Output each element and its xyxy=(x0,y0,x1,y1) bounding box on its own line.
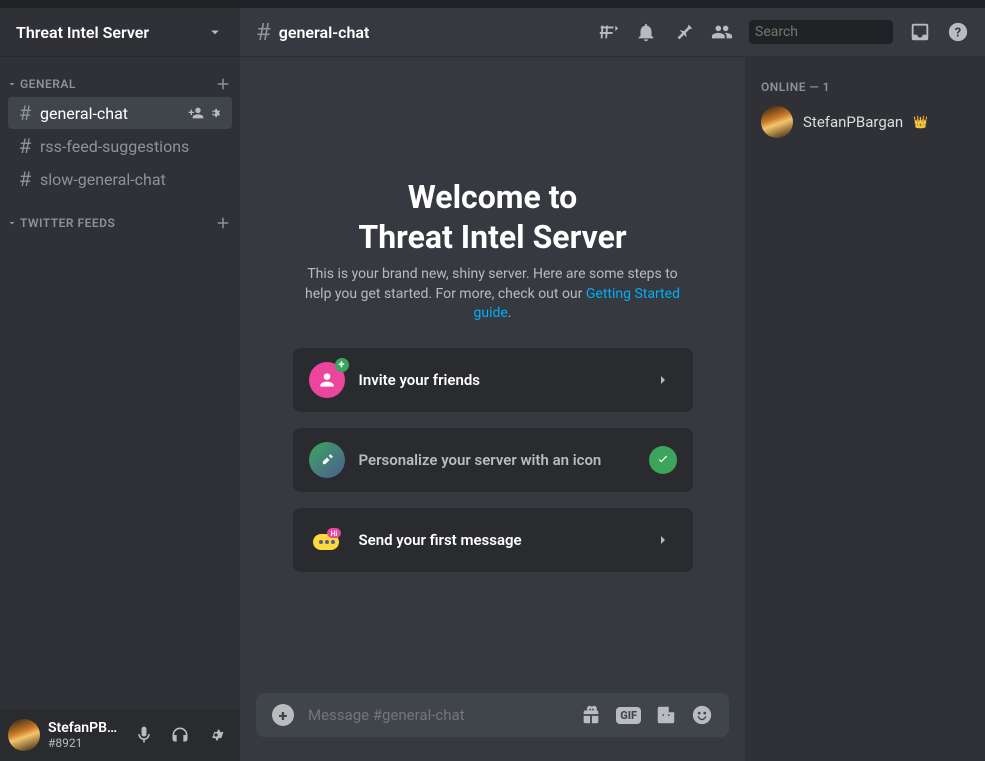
category-label: GENERAL xyxy=(20,77,76,91)
channel-general-chat[interactable]: # general-chat xyxy=(8,97,232,129)
hash-icon: # xyxy=(16,101,34,125)
chat-header: # general-chat xyxy=(240,8,985,56)
check-icon xyxy=(649,446,677,474)
chevron-down-icon xyxy=(206,23,224,41)
server-header[interactable]: Threat Intel Server xyxy=(0,8,240,56)
search-box[interactable] xyxy=(749,20,893,44)
members-list: ONLINE — 1 StefanPBargan 👑 xyxy=(745,56,985,761)
welcome-screen: Welcome to Threat Intel Server This is y… xyxy=(240,56,745,693)
help-icon[interactable]: ? xyxy=(947,21,969,43)
category-label: TWITTER FEEDS xyxy=(20,216,115,230)
avatar xyxy=(761,106,793,138)
sticker-icon[interactable] xyxy=(655,704,677,726)
window-close[interactable] xyxy=(969,0,981,4)
emoji-icon[interactable] xyxy=(691,704,713,726)
user-meta[interactable]: StefanPBa... #8921 xyxy=(48,720,120,750)
message-input[interactable] xyxy=(308,706,566,724)
channel-sidebar: Threat Intel Server GENERAL # general-ch… xyxy=(0,8,240,761)
mic-icon[interactable] xyxy=(128,719,160,751)
channel-rss-feed-suggestions[interactable]: # rss-feed-suggestions xyxy=(8,130,232,162)
gift-icon[interactable] xyxy=(580,704,602,726)
threads-icon[interactable] xyxy=(597,21,619,43)
pin-icon[interactable] xyxy=(673,21,695,43)
settings-gear-icon[interactable] xyxy=(200,719,232,751)
welcome-description: This is your brand new, shiny server. He… xyxy=(293,265,693,324)
category-twitter-feeds[interactable]: TWITTER FEEDS xyxy=(0,211,240,235)
message-icon: Hi xyxy=(309,522,345,558)
user-panel: StefanPBa... #8921 xyxy=(0,709,240,761)
card-first-message[interactable]: Hi Send your first message xyxy=(293,508,693,572)
hash-icon: # xyxy=(16,134,34,158)
svg-text:Hi: Hi xyxy=(330,530,337,538)
member-name: StefanPBargan xyxy=(803,113,903,131)
svg-text:?: ? xyxy=(955,26,961,41)
gif-icon[interactable]: GIF xyxy=(616,704,641,726)
card-label: Send your first message xyxy=(359,531,635,549)
channel-label: general-chat xyxy=(40,104,182,123)
window-minimize[interactable] xyxy=(941,0,953,4)
inbox-icon[interactable] xyxy=(909,21,931,43)
members-icon[interactable] xyxy=(711,21,733,43)
user-name: StefanPBa... xyxy=(48,720,120,736)
channel-slow-general-chat[interactable]: # slow-general-chat xyxy=(8,163,232,195)
bell-icon[interactable] xyxy=(635,21,657,43)
member-row[interactable]: StefanPBargan 👑 xyxy=(753,102,977,142)
add-user-icon[interactable] xyxy=(188,105,204,121)
hash-icon: # xyxy=(256,18,271,46)
chevron-down-icon xyxy=(6,78,18,90)
channel-label: slow-general-chat xyxy=(40,170,224,189)
search-input[interactable] xyxy=(755,24,933,40)
channel-label: rss-feed-suggestions xyxy=(40,137,224,156)
gear-icon[interactable] xyxy=(208,105,224,121)
plus-icon[interactable] xyxy=(214,214,232,232)
members-header: ONLINE — 1 xyxy=(753,72,977,102)
window-maximize[interactable] xyxy=(955,0,967,4)
chevron-right-icon xyxy=(649,366,677,394)
category-general[interactable]: GENERAL xyxy=(0,72,240,96)
channel-list: GENERAL # general-chat # rss-feed-sugges… xyxy=(0,56,240,709)
paint-icon xyxy=(309,442,345,478)
hash-icon: # xyxy=(16,167,34,191)
chat-area: # general-chat xyxy=(240,8,985,761)
headset-icon[interactable] xyxy=(164,719,196,751)
server-name: Threat Intel Server xyxy=(16,23,149,42)
crown-icon: 👑 xyxy=(913,115,928,129)
welcome-title: Welcome to Threat Intel Server xyxy=(358,177,626,257)
card-invite-friends[interactable]: + Invite your friends xyxy=(293,348,693,412)
invite-icon: + xyxy=(309,362,345,398)
card-personalize[interactable]: Personalize your server with an icon xyxy=(293,428,693,492)
avatar[interactable] xyxy=(8,719,40,751)
card-label: Personalize your server with an icon xyxy=(359,451,635,469)
card-label: Invite your friends xyxy=(359,371,635,389)
plus-icon[interactable] xyxy=(214,75,232,93)
window-titlebar xyxy=(0,0,985,8)
user-tag: #8921 xyxy=(48,736,120,750)
chevron-right-icon xyxy=(649,526,677,554)
channel-title: general-chat xyxy=(279,23,370,42)
message-composer[interactable]: + GIF xyxy=(256,693,729,737)
attach-plus-icon[interactable]: + xyxy=(272,704,294,726)
chevron-down-icon xyxy=(6,217,18,229)
